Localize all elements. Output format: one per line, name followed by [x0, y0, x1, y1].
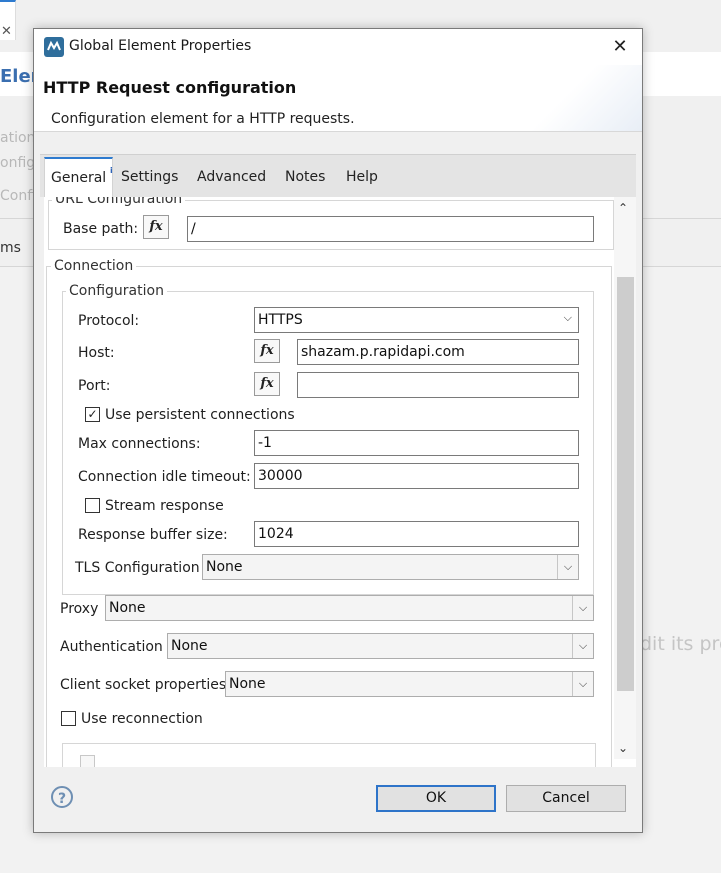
ok-button[interactable]: OK — [376, 785, 496, 812]
host-label: Host: — [78, 345, 115, 361]
tab-bar: General i Settings Advanced Notes Help — [40, 154, 636, 198]
port-input[interactable] — [297, 372, 579, 398]
tls-configuration-select[interactable]: None ⌵ — [202, 554, 579, 580]
close-icon[interactable]: ✕ — [1, 24, 12, 39]
stream-response-label: Stream response — [105, 498, 224, 514]
global-element-properties-dialog: Global Element Properties ✕ HTTP Request… — [33, 28, 643, 833]
use-reconnection-label: Use reconnection — [81, 711, 203, 727]
scroll-down-icon[interactable]: ⌄ — [618, 741, 628, 755]
background-subtext: ation — [0, 130, 36, 146]
chevron-down-icon: ⌵ — [572, 672, 593, 696]
tab-settings[interactable]: Settings — [121, 169, 178, 185]
tab-notes[interactable]: Notes — [285, 169, 325, 185]
proxy-select[interactable]: None ⌵ — [105, 595, 594, 621]
scroll-up-icon[interactable]: ⌃ — [618, 201, 628, 215]
chevron-down-icon: ⌵ — [557, 555, 578, 579]
protocol-value: HTTPS — [258, 312, 303, 328]
idle-timeout-label: Connection idle timeout: — [78, 469, 251, 485]
chevron-down-icon: ⌵ — [563, 311, 572, 324]
proxy-value: None — [109, 600, 146, 616]
connection-legend: Connection — [51, 258, 137, 274]
chevron-down-icon: ⌵ — [572, 596, 593, 620]
dialog-header: HTTP Request configuration Configuration… — [34, 65, 642, 132]
general-tab-content: URL Configuration Base path: fx / Connec… — [44, 197, 636, 767]
background-editor-tab[interactable]: ✕ — [0, 0, 16, 40]
authentication-select[interactable]: None ⌵ — [167, 633, 594, 659]
background-items-label: ms — [0, 240, 21, 256]
host-input[interactable]: shazam.p.rapidapi.com — [297, 339, 579, 365]
fx-expression-icon[interactable]: fx — [254, 372, 280, 396]
dialog-titlebar: Global Element Properties ✕ — [34, 29, 642, 65]
cancel-button[interactable]: Cancel — [506, 785, 626, 812]
header-decoration — [522, 65, 642, 131]
authentication-label: Authentication — [60, 639, 163, 655]
configuration-legend: Configuration — [66, 283, 167, 299]
fx-expression-icon[interactable]: fx — [143, 215, 169, 239]
tls-configuration-value: None — [206, 559, 243, 575]
idle-timeout-input[interactable]: 30000 — [254, 463, 579, 489]
tls-configuration-label: TLS Configuration — [75, 560, 200, 576]
background-hint-text: dit its pro — [640, 633, 721, 655]
chevron-down-icon: ⌵ — [572, 634, 593, 658]
base-path-input[interactable]: / — [187, 216, 594, 242]
protocol-select[interactable]: HTTPS ⌵ — [254, 307, 579, 333]
protocol-label: Protocol: — [78, 313, 140, 329]
base-path-label: Base path: — [63, 221, 139, 237]
url-configuration-legend: URL Configuration — [52, 197, 186, 207]
dialog-window-title: Global Element Properties — [69, 38, 252, 54]
max-connections-input[interactable]: -1 — [254, 430, 579, 456]
persistent-connections-checkbox[interactable]: ✓ — [85, 407, 100, 422]
proxy-label: Proxy — [60, 601, 99, 617]
client-socket-label: Client socket properties — [60, 677, 227, 693]
stream-response-checkbox[interactable] — [85, 498, 100, 513]
dialog-header-title: HTTP Request configuration — [43, 78, 297, 97]
tab-general[interactable]: General — [44, 157, 114, 198]
background-subtext: onfig — [0, 155, 36, 171]
scrollbar-thumb[interactable] — [617, 277, 634, 691]
client-socket-select[interactable]: None ⌵ — [225, 671, 594, 697]
response-buffer-label: Response buffer size: — [78, 527, 228, 543]
close-icon[interactable]: ✕ — [606, 33, 634, 61]
authentication-value: None — [171, 638, 208, 654]
use-reconnection-checkbox[interactable] — [61, 711, 76, 726]
reconnection-option-checkbox[interactable] — [80, 755, 95, 767]
client-socket-value: None — [229, 676, 266, 692]
tab-advanced[interactable]: Advanced — [197, 169, 266, 185]
info-badge-icon: i — [110, 166, 113, 175]
reconnection-group — [62, 743, 596, 767]
port-label: Port: — [78, 378, 111, 394]
persistent-connections-label: Use persistent connections — [105, 407, 295, 423]
max-connections-label: Max connections: — [78, 436, 201, 452]
mule-studio-icon — [44, 37, 64, 57]
tab-help[interactable]: Help — [346, 169, 378, 185]
help-circle-icon[interactable]: ? — [51, 786, 73, 808]
fx-expression-icon[interactable]: fx — [254, 339, 280, 363]
response-buffer-input[interactable]: 1024 — [254, 521, 579, 547]
dialog-header-description: Configuration element for a HTTP request… — [51, 111, 355, 127]
